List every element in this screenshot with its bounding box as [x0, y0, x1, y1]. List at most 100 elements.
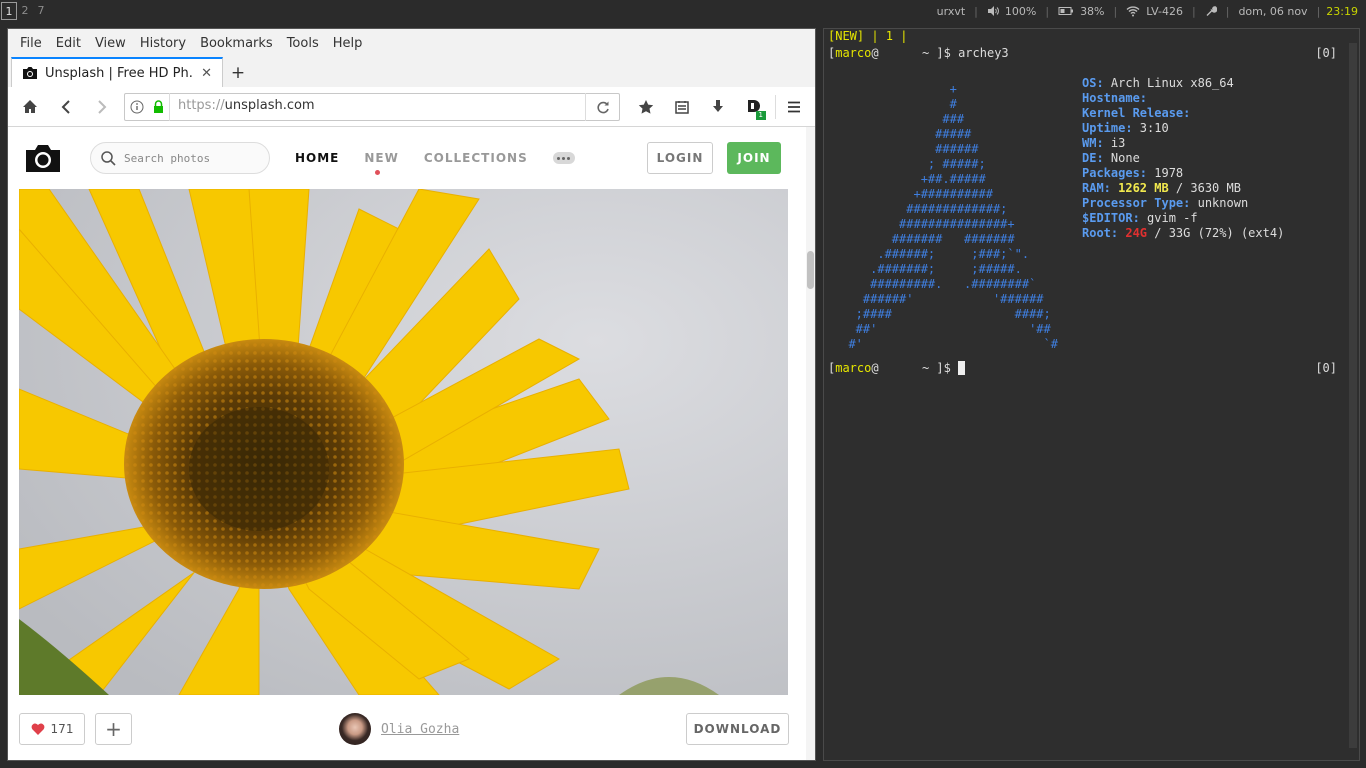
site-info-lock-icon[interactable] — [125, 99, 169, 115]
sunflower-image — [19, 189, 788, 695]
info-value: Arch Linux x86_64 — [1103, 76, 1234, 90]
join-button[interactable]: JOIN — [727, 142, 781, 174]
forward-button[interactable] — [84, 91, 120, 123]
info-line: Hostname: — [1082, 91, 1147, 106]
info-line: $EDITOR: gvim -f — [1082, 211, 1198, 226]
search-input[interactable]: Search photos — [90, 142, 270, 174]
reload-button[interactable] — [585, 92, 619, 121]
scrollbar-thumb[interactable] — [807, 251, 814, 289]
workspace-7[interactable]: 7 — [33, 2, 49, 20]
arch-logo-ascii: + # ### ##### ###### ; #####; +##.##### … — [848, 82, 1058, 351]
library-button[interactable] — [664, 91, 700, 123]
info-key: WM: — [1082, 136, 1104, 150]
tab-close-icon[interactable]: ✕ — [201, 66, 212, 81]
terminal-cursor — [958, 361, 966, 375]
menu-file[interactable]: File — [8, 36, 42, 51]
nav-collections[interactable]: COLLECTIONS — [424, 151, 528, 165]
photo-footer: 171 + Olia Gozha DOWNLOAD — [8, 707, 808, 752]
tab-strip: Unsplash | Free HD Ph... ✕ + — [8, 57, 815, 87]
window-title: urxvt — [936, 4, 966, 18]
new-indicator-dot — [375, 170, 381, 175]
url-bar[interactable]: https://unsplash.com — [124, 92, 620, 121]
avatar[interactable] — [339, 713, 371, 745]
info-line: Uptime: 3:10 — [1082, 121, 1169, 136]
battery-icon — [1058, 7, 1074, 15]
author-name[interactable]: Olia Gozha — [381, 722, 459, 737]
tab-unsplash[interactable]: Unsplash | Free HD Ph... ✕ — [11, 57, 223, 87]
reload-icon — [596, 101, 609, 113]
prompt-line-1: [marco@ ~ ]$ archey3 — [828, 46, 1009, 60]
navigation-toolbar: https://unsplash.com 1 — [8, 87, 815, 127]
menu-history[interactable]: History — [128, 36, 186, 51]
workspace-1[interactable]: 1 — [1, 2, 17, 20]
unsplash-header: Search photos HOME NEW COLLECTIONS LOGIN… — [8, 127, 808, 189]
terminal-scrollbar-track[interactable] — [1349, 43, 1357, 748]
firefox-window: File Edit View History Bookmarks Tools H… — [7, 28, 816, 761]
info-value: 3:10 — [1132, 121, 1169, 135]
add-to-collection-button[interactable]: + — [95, 713, 132, 745]
nav-new[interactable]: NEW — [364, 151, 398, 175]
hamburger-icon — [787, 101, 800, 112]
tab-title: Unsplash | Free HD Ph... — [45, 65, 195, 81]
menu-view[interactable]: View — [83, 36, 126, 51]
star-icon — [638, 99, 654, 114]
search-icon — [101, 150, 116, 166]
urxvt-terminal[interactable]: [NEW] | 1 | [marco@ ~ ]$ archey3 [0] + #… — [823, 28, 1360, 761]
extension-button[interactable]: 1 — [736, 91, 772, 123]
forward-arrow-icon — [98, 99, 107, 114]
info-line: WM: i3 — [1082, 136, 1125, 151]
status-blocks: urxvt | 100% | 38% | LV-426 | | dom, 06 … — [928, 0, 1366, 22]
download-arrow-icon — [713, 100, 723, 112]
menu-edit[interactable]: Edit — [44, 36, 81, 51]
info-line: DE: None — [1082, 151, 1140, 166]
info-value: gvim -f — [1139, 211, 1198, 225]
menu-help[interactable]: Help — [321, 36, 363, 51]
info-key: Root: — [1082, 226, 1119, 240]
info-value: i3 — [1103, 136, 1126, 150]
download-button[interactable]: DOWNLOAD — [686, 713, 789, 745]
nav-home[interactable]: HOME — [295, 151, 339, 165]
info-key: $EDITOR: — [1082, 211, 1140, 225]
workspace-2[interactable]: 2 — [17, 2, 33, 20]
wifi-icon — [1126, 6, 1140, 17]
info-highlight: 24G — [1118, 226, 1148, 240]
i3-status-bar: 1 2 7 urxvt | 100% | 38% | LV-426 | | do… — [0, 0, 1366, 22]
info-key: RAM: — [1082, 181, 1111, 195]
prompt-line-2[interactable]: [marco@ ~ ]$ — [828, 361, 966, 376]
author[interactable]: Olia Gozha — [339, 713, 459, 745]
clock: 23:19 — [1326, 4, 1358, 18]
line-counter-1: [0] — [1315, 46, 1337, 60]
page-content: Search photos HOME NEW COLLECTIONS LOGIN… — [8, 127, 808, 760]
url-text[interactable]: https://unsplash.com — [169, 92, 585, 121]
more-dots-button[interactable] — [552, 152, 575, 164]
menu-tools[interactable]: Tools — [275, 36, 319, 51]
tmux-tab-bar: [NEW] | 1 | — [828, 29, 908, 43]
line-counter-2: [0] — [1315, 361, 1337, 375]
back-button[interactable] — [48, 91, 84, 123]
info-value: / 3630 MB — [1168, 181, 1241, 195]
hamburger-menu-button[interactable] — [775, 94, 811, 119]
info-line: Packages: 1978 — [1082, 166, 1183, 181]
login-button[interactable]: LOGIN — [647, 142, 713, 174]
page-scrollbar[interactable] — [806, 127, 815, 760]
camera-favicon-icon — [23, 67, 37, 79]
date-block: dom, 06 nov — [1238, 4, 1308, 18]
bookmark-button[interactable] — [628, 91, 664, 123]
battery-block: 38% — [1049, 5, 1113, 18]
info-key: Packages: — [1082, 166, 1148, 180]
downloads-button[interactable] — [700, 91, 736, 123]
home-button[interactable] — [12, 91, 48, 123]
info-key: Hostname: — [1082, 91, 1148, 105]
extension-badge: 1 — [755, 110, 766, 120]
unsplash-camera-logo[interactable] — [26, 144, 60, 172]
speaker-icon — [987, 6, 999, 16]
info-line: RAM: 1262 MB / 3630 MB — [1082, 181, 1241, 196]
sunflower-photo[interactable] — [19, 189, 788, 695]
menu-bookmarks[interactable]: Bookmarks — [188, 36, 273, 51]
new-tab-button[interactable]: + — [223, 59, 253, 87]
search-placeholder: Search photos — [124, 151, 211, 165]
like-count: 171 — [50, 722, 74, 736]
info-line: Processor Type: unknown — [1082, 196, 1248, 211]
info-value: unknown — [1190, 196, 1249, 210]
like-button[interactable]: 171 — [19, 713, 85, 745]
